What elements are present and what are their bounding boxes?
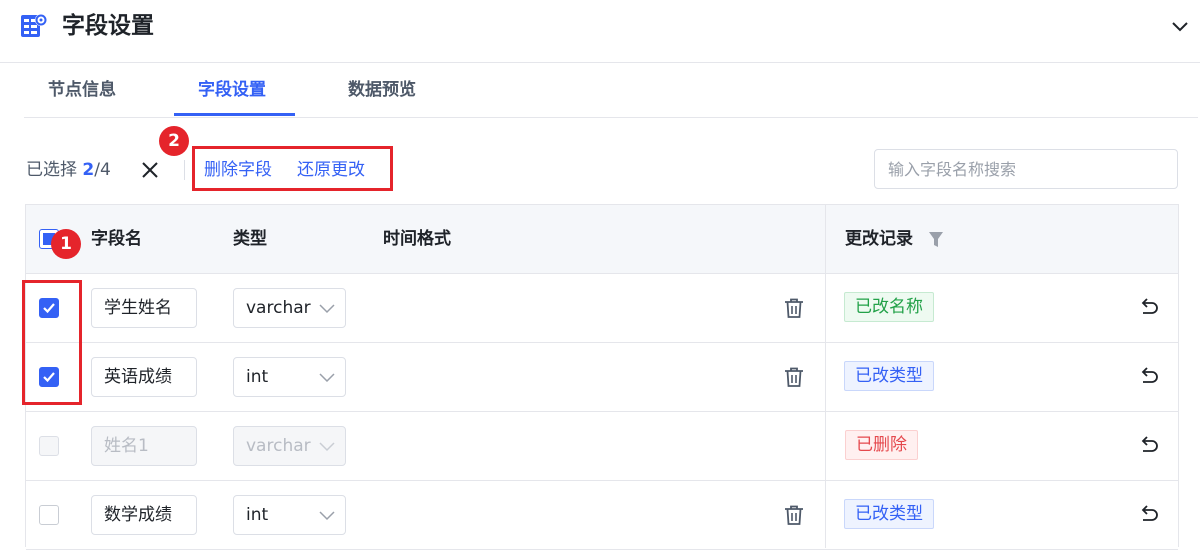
table-settings-icon xyxy=(21,14,47,37)
tab-node-info[interactable]: 节点信息 xyxy=(48,76,116,104)
field-type-value: int xyxy=(246,367,269,387)
change-status-badge: 已改类型 xyxy=(844,361,934,391)
trash-icon[interactable] xyxy=(783,366,805,388)
row-checkbox[interactable] xyxy=(39,436,59,456)
chevron-down-icon xyxy=(319,304,335,314)
column-header-type: 类型 xyxy=(233,229,267,249)
column-header-change-log: 更改记录 xyxy=(845,229,913,249)
row-checkbox[interactable] xyxy=(39,505,59,525)
column-header-time-format: 时间格式 xyxy=(383,229,451,249)
field-type-select[interactable]: int xyxy=(233,495,346,535)
page-title: 字段设置 xyxy=(62,13,154,39)
field-name-input[interactable]: 英语成绩 xyxy=(91,357,197,397)
field-name-input[interactable]: 学生姓名 xyxy=(91,288,197,328)
clear-selection-icon[interactable] xyxy=(140,160,160,180)
selected-total: /4 xyxy=(94,160,111,180)
annotation-marker-1: 1 xyxy=(51,229,81,259)
chevron-down-icon xyxy=(319,511,335,521)
field-type-select: varchar xyxy=(233,426,346,466)
table-row: 姓名1 varchar 已删除 xyxy=(26,412,1178,481)
tab-bar: 节点信息 字段设置 数据预览 xyxy=(24,62,1198,118)
field-type-value: int xyxy=(246,505,269,525)
column-header-name: 字段名 xyxy=(91,229,142,249)
field-name-input[interactable]: 数学成绩 xyxy=(91,495,197,535)
undo-icon[interactable] xyxy=(1138,435,1160,457)
change-status-badge: 已改名称 xyxy=(844,292,934,322)
field-type-value: varchar xyxy=(246,298,311,318)
table-row: 学生姓名 varchar 已改名称 xyxy=(26,274,1178,343)
chevron-down-icon[interactable] xyxy=(1170,16,1190,36)
change-status-badge: 已删除 xyxy=(845,430,918,460)
tab-field-settings[interactable]: 字段设置 xyxy=(198,76,266,104)
selected-count: 2 xyxy=(82,160,95,180)
filter-icon[interactable] xyxy=(929,232,943,248)
undo-icon[interactable] xyxy=(1138,504,1160,526)
fields-table: 字段名 类型 时间格式 更改记录 学生姓名 varchar 已改名称 英语成绩 … xyxy=(25,204,1179,550)
undo-icon[interactable] xyxy=(1138,297,1160,319)
undo-icon[interactable] xyxy=(1138,366,1160,388)
table-row: 英语成绩 int 已改类型 xyxy=(26,343,1178,412)
panel-header: 字段设置 xyxy=(0,0,1200,63)
table-header: 字段名 类型 时间格式 更改记录 xyxy=(26,205,1178,274)
chevron-down-icon xyxy=(319,373,335,383)
annotation-highlight-checkboxes xyxy=(22,280,82,405)
annotation-marker-2: 2 xyxy=(159,126,189,156)
field-search-input[interactable] xyxy=(874,149,1178,189)
field-type-value: varchar xyxy=(246,436,311,456)
selected-prefix: 已选择 xyxy=(26,160,77,180)
trash-icon[interactable] xyxy=(783,504,805,526)
chevron-down-icon xyxy=(319,442,335,452)
field-name-input: 姓名1 xyxy=(91,426,197,466)
table-row: 数学成绩 int 已改类型 xyxy=(26,481,1178,550)
field-type-select[interactable]: varchar xyxy=(233,288,346,328)
trash-icon[interactable] xyxy=(783,297,805,319)
annotation-highlight-actions xyxy=(192,146,393,191)
column-divider xyxy=(825,205,826,548)
field-type-select[interactable]: int xyxy=(233,357,346,397)
active-tab-indicator xyxy=(174,113,295,116)
change-status-badge: 已改类型 xyxy=(844,499,934,529)
selection-status: 已选择 2/4 xyxy=(26,158,111,182)
tab-data-preview[interactable]: 数据预览 xyxy=(348,76,416,104)
toolbar-divider xyxy=(184,160,185,180)
